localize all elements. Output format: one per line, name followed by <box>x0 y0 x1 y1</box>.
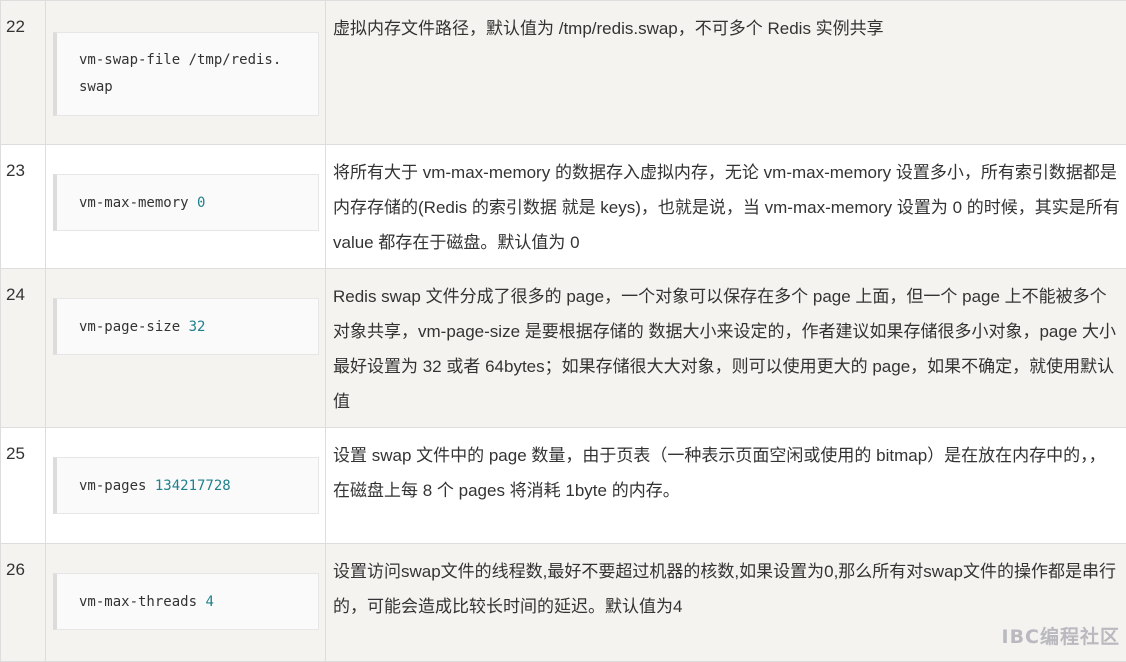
code-block: vm-max-memory 0 <box>53 174 319 231</box>
code-cell: vm-swap-file /tmp/redis. swap <box>46 1 326 145</box>
code-key: vm-pages <box>79 478 155 494</box>
table-row: 22 vm-swap-file /tmp/redis. swap 虚拟内存文件路… <box>1 1 1126 145</box>
row-number: 25 <box>1 428 46 544</box>
watermark: IBC编程社区 <box>1002 622 1121 649</box>
row-number: 22 <box>1 1 46 145</box>
table-row: 26 vm-max-threads 4 设置访问swap文件的线程数,最好不要超… <box>1 544 1126 662</box>
row-number: 24 <box>1 269 46 428</box>
code-cell: vm-max-threads 4 <box>46 544 326 662</box>
description: Redis swap 文件分成了很多的 page，一个对象可以保存在多个 pag… <box>326 269 1126 428</box>
table-row: 25 vm-pages 134217728 设置 swap 文件中的 page … <box>1 428 1126 544</box>
code-key: vm-max-threads <box>79 594 205 610</box>
code-value: 32 <box>189 319 206 335</box>
code-key: vm-max-memory <box>79 195 197 211</box>
code-value: 134217728 <box>155 478 231 494</box>
table-row: 23 vm-max-memory 0 将所有大于 vm-max-memory 的… <box>1 145 1126 269</box>
code-cell: vm-max-memory 0 <box>46 145 326 269</box>
code-cell: vm-page-size 32 <box>46 269 326 428</box>
code-block: vm-pages 134217728 <box>53 457 319 514</box>
code-block: vm-page-size 32 <box>53 298 319 355</box>
row-number: 23 <box>1 145 46 269</box>
config-table: 22 vm-swap-file /tmp/redis. swap 虚拟内存文件路… <box>0 0 1126 662</box>
code-value: 0 <box>197 195 205 211</box>
code-block: vm-swap-file /tmp/redis. swap <box>53 32 319 116</box>
code-value: 4 <box>205 594 213 610</box>
code-line: swap <box>79 74 318 101</box>
code-block: vm-max-threads 4 <box>53 573 319 630</box>
description: 将所有大于 vm-max-memory 的数据存入虚拟内存，无论 vm-max-… <box>326 145 1126 269</box>
description: 虚拟内存文件路径，默认值为 /tmp/redis.swap，不可多个 Redis… <box>326 1 1126 145</box>
code-key: vm-page-size <box>79 319 189 335</box>
row-number: 26 <box>1 544 46 662</box>
code-line: vm-swap-file /tmp/redis. <box>79 47 318 74</box>
code-cell: vm-pages 134217728 <box>46 428 326 544</box>
table-row: 24 vm-page-size 32 Redis swap 文件分成了很多的 p… <box>1 269 1126 428</box>
description: 设置 swap 文件中的 page 数量，由于页表（一种表示页面空闲或使用的 b… <box>326 428 1126 544</box>
